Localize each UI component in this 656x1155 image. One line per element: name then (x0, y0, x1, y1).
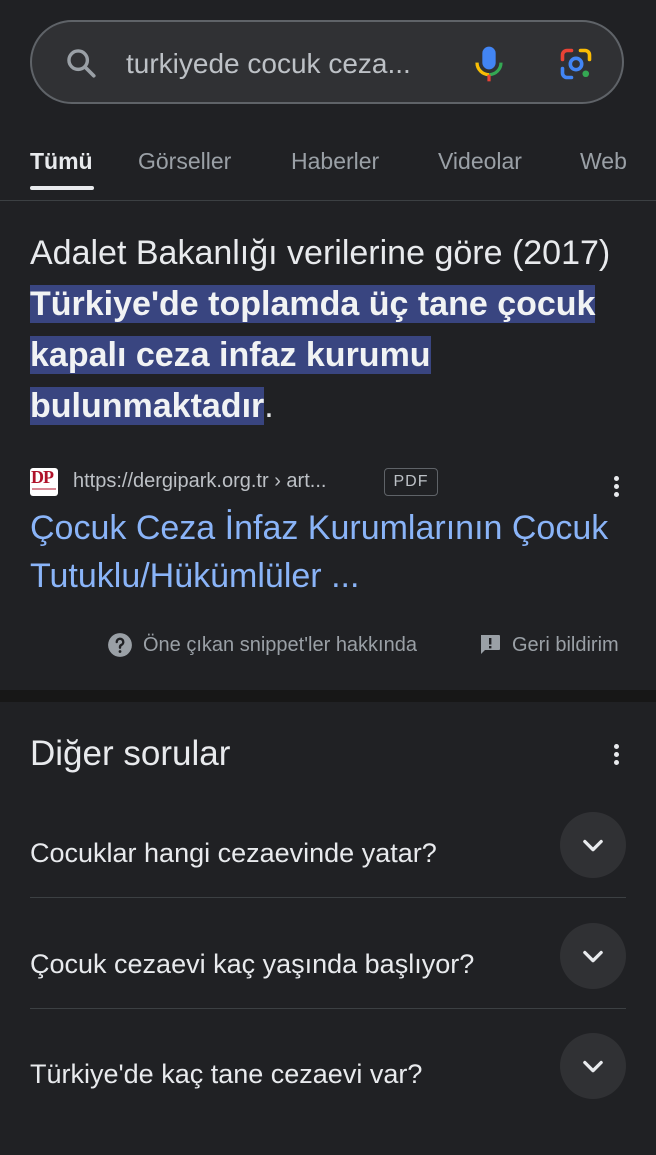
pdf-badge: PDF (384, 468, 438, 496)
tab-news[interactable]: Haberler (291, 148, 379, 175)
result-more-options-icon[interactable] (606, 472, 626, 500)
search-bar[interactable] (30, 20, 624, 104)
about-featured-snippets-link[interactable]: Öne çıkan snippet'ler hakkında (107, 630, 417, 660)
active-tab-indicator (30, 186, 94, 190)
expand-chevron-button[interactable] (560, 1033, 626, 1099)
tabs-divider (0, 200, 656, 201)
favicon-logo-text: DP (31, 468, 54, 487)
chevron-down-icon (583, 1060, 603, 1073)
expand-chevron-button[interactable] (560, 923, 626, 989)
tab-web[interactable]: Web (580, 148, 627, 175)
paa-divider (30, 1008, 626, 1009)
featured-snippet-text: Adalet Bakanlığı verilerine göre (2017) … (30, 228, 630, 432)
tab-all[interactable]: Tümü (30, 148, 93, 175)
snippet-text-highlight: Türkiye'de toplamda üç tane çocuk kapalı… (30, 285, 596, 425)
tab-images[interactable]: Görseller (138, 148, 231, 175)
site-favicon: DP (30, 468, 58, 496)
expand-chevron-button[interactable] (560, 812, 626, 878)
source-url[interactable]: https://dergipark.org.tr › art... (73, 470, 326, 493)
paa-question-text: Çocuk cezaevi kaç yaşında başlıyor? (30, 949, 475, 979)
people-also-ask-title: Diğer sorular (30, 734, 231, 773)
google-lens-icon[interactable] (558, 46, 594, 82)
feedback-label: Geri bildirim (512, 633, 619, 656)
paa-divider (30, 897, 626, 898)
source-row[interactable]: DP https://dergipark.org.tr › art... PDF (30, 466, 630, 502)
chevron-down-icon (583, 839, 603, 852)
search-tabs: Tümü Görseller Haberler Videolar Web (0, 130, 656, 194)
doodle-logo-fragment (215, 0, 405, 6)
snippet-footer: Öne çıkan snippet'ler hakkında Geri bild… (0, 630, 656, 664)
result-title-link[interactable]: Çocuk Ceza İnfaz Kurumlarının Çocuk Tutu… (30, 504, 620, 600)
favicon-underline (32, 488, 56, 490)
snippet-text-end: . (264, 387, 274, 425)
paa-question-text: Cocuklar hangi cezaevinde yatar? (30, 838, 437, 868)
search-icon (67, 49, 96, 78)
feedback-icon (481, 635, 500, 654)
help-circle-icon (108, 633, 132, 657)
search-input[interactable] (126, 44, 446, 84)
microphone-icon[interactable] (472, 44, 506, 84)
feedback-link[interactable]: Geri bildirim (478, 630, 619, 660)
chevron-down-icon (583, 950, 603, 963)
paa-question-item[interactable]: Türkiye'de kaç tane cezaevi var? (30, 1033, 626, 1155)
about-featured-snippets-label: Öne çıkan snippet'ler hakkında (143, 633, 417, 656)
paa-question-text: Türkiye'de kaç tane cezaevi var? (30, 1059, 423, 1089)
snippet-text-plain: Adalet Bakanlığı verilerine göre (2017) (30, 234, 611, 272)
tab-videos[interactable]: Videolar (438, 148, 522, 175)
people-also-ask-more-options-icon[interactable] (606, 740, 626, 768)
paa-question-item[interactable]: Çocuk cezaevi kaç yaşında başlıyor? (30, 923, 626, 1045)
paa-question-item[interactable]: Cocuklar hangi cezaevinde yatar? (30, 812, 626, 934)
section-separator (0, 690, 656, 702)
